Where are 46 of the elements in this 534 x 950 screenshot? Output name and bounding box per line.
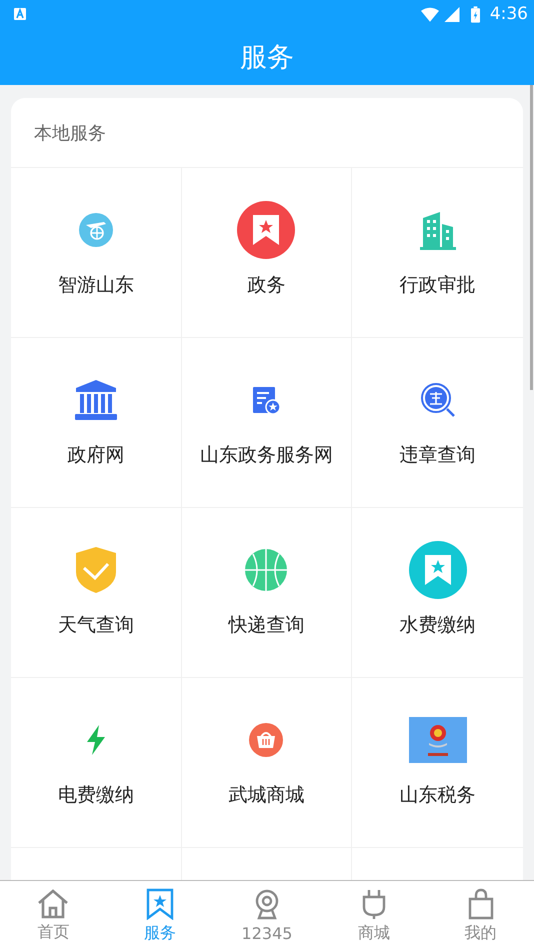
service-tile[interactable]: 山东政务服务网 [182,338,352,508]
emblem-icon [408,717,467,763]
service-tile[interactable]: 水费缴纳 [352,508,523,678]
document-star-icon [251,385,282,415]
service-label: 电费缴纳 [58,783,134,808]
service-tile[interactable]: 快递查询 [182,508,352,678]
service-label: 山东政务服务网 [200,443,333,468]
shield-check-icon [74,546,117,594]
service-tile[interactable]: 政府网 [11,338,182,508]
service-tile[interactable]: 天气查询 [11,508,182,678]
plug-icon [360,888,387,920]
service-label: 山东税务 [400,783,476,808]
basket-icon [249,723,284,757]
service-label: 快递查询 [228,613,304,638]
app-notification-icon [14,8,26,20]
service-tile[interactable]: 电费缴纳 [11,678,182,848]
plane-globe-icon [78,213,113,247]
wifi-icon [420,6,439,22]
home-icon [37,888,70,918]
service-label: 武城商城 [228,783,304,808]
service-label: 天气查询 [58,613,134,638]
bookmark-star-icon [146,888,174,920]
section-title: 本地服务 [34,122,106,144]
service-tile[interactable]: 智游山东 [11,168,182,338]
service-label: 政府网 [67,443,124,468]
clock-time: 4:36 [490,4,528,24]
service-tile[interactable]: 武城商城 [182,678,352,848]
battery-icon [470,6,480,22]
service-label: 政务 [247,273,286,298]
signal-icon [442,6,461,22]
service-label: 行政审批 [400,273,476,298]
government-building-icon [74,379,118,421]
page-title: 服务 [240,40,294,74]
service-label: 智游山东 [58,273,134,298]
service-tile[interactable]: 违章查询 [352,338,523,508]
bag-icon [466,888,495,920]
magnifier-icon [420,382,456,418]
ball-icon [245,549,288,591]
service-tile[interactable]: 政务 [182,168,352,338]
service-tile[interactable]: 山东税务 [352,678,523,848]
service-label: 水费缴纳 [400,613,476,638]
building-icon [418,210,458,250]
service-tile[interactable]: 行政审批 [352,168,523,338]
service-label: 违章查询 [400,443,476,468]
webcam-icon [254,888,280,920]
lightning-bolt-icon [84,725,107,755]
